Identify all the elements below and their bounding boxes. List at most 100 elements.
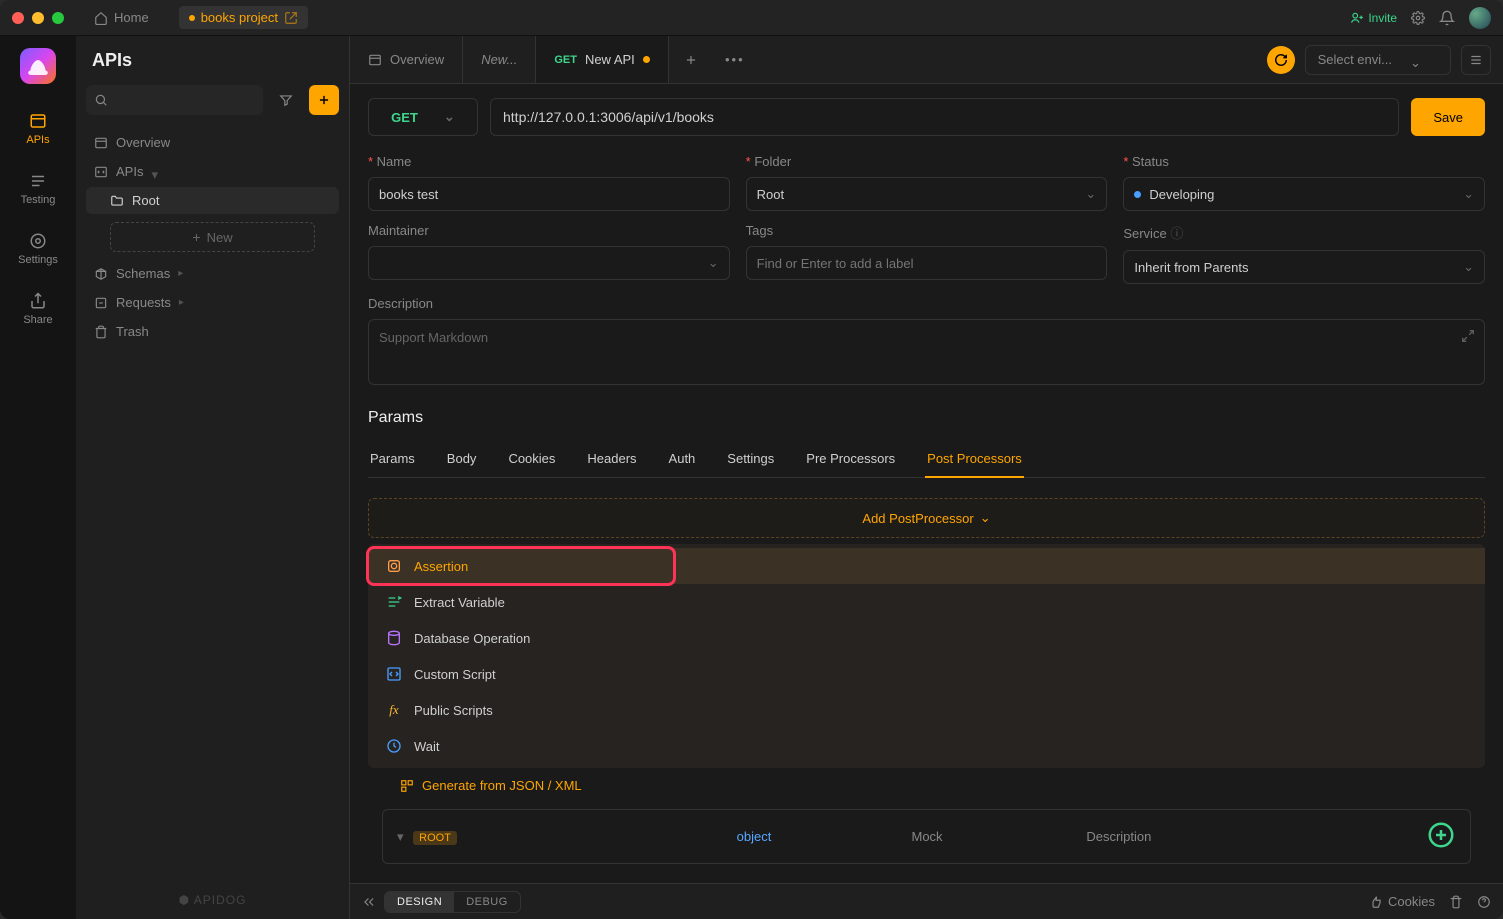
rail-testing[interactable]: Testing <box>0 168 76 210</box>
params-tab-params[interactable]: Params <box>368 441 417 477</box>
invite-button[interactable]: Invite <box>1350 11 1397 25</box>
status-select[interactable]: Developing ⌄ <box>1123 177 1485 211</box>
service-label: Service ⓘ <box>1123 223 1485 242</box>
help-icon[interactable] <box>1477 895 1491 909</box>
description-input[interactable]: Support Markdown <box>368 319 1485 385</box>
avatar[interactable] <box>1469 7 1491 29</box>
params-tab-headers[interactable]: Headers <box>585 441 638 477</box>
tags-input[interactable] <box>746 246 1108 280</box>
save-button[interactable]: Save <box>1411 98 1485 136</box>
method-label: GET <box>391 110 418 125</box>
apidog-brand: ⬢ APIDOG <box>76 881 349 919</box>
rail-settings[interactable]: Settings <box>0 228 76 270</box>
schema-root-row[interactable]: ▾ ROOT object Mock Description <box>382 809 1471 864</box>
params-tab-post-processors[interactable]: Post Processors <box>925 441 1024 478</box>
menu-item-assertion[interactable]: Assertion <box>368 548 1485 584</box>
rail-apis[interactable]: APIs <box>0 108 76 150</box>
sidebar-title: APIs <box>76 36 349 85</box>
schema-icon <box>94 267 108 281</box>
service-select[interactable]: Inherit from Parents ⌄ <box>1123 250 1485 284</box>
run-button[interactable] <box>1267 46 1295 74</box>
chevron-down-icon: ⌄ <box>444 109 455 125</box>
close-window[interactable] <box>12 12 24 24</box>
menu-label: Public Scripts <box>414 703 493 718</box>
chevron-down-icon: ⌄ <box>1085 186 1096 202</box>
item-label: APIs <box>116 164 143 179</box>
sidebar-item-apis[interactable]: APIs ▾ <box>86 158 339 185</box>
invite-label: Invite <box>1368 11 1397 25</box>
filter-button[interactable] <box>271 85 301 115</box>
user-plus-icon <box>1350 11 1364 25</box>
tab-more-button[interactable]: ••• <box>713 36 757 83</box>
search-input[interactable] <box>86 85 263 115</box>
maintainer-select[interactable]: ⌄ <box>368 246 730 280</box>
breadcrumb-home[interactable]: Home <box>84 6 159 29</box>
tab-active[interactable]: GET New API <box>536 36 668 83</box>
placeholder-text: Support Markdown <box>379 330 488 345</box>
new-api-button[interactable]: + New <box>110 222 315 252</box>
expand-icon[interactable] <box>1461 329 1475 343</box>
add-postprocessor-button[interactable]: Add PostProcessor ⌄ <box>368 498 1485 538</box>
env-select[interactable]: Select envi... ⌄ <box>1305 45 1451 75</box>
app-logo[interactable] <box>20 48 56 84</box>
params-tab-body[interactable]: Body <box>445 441 479 477</box>
menu-item-wait[interactable]: Wait <box>368 728 1485 764</box>
sidebar-item-root[interactable]: Root <box>86 187 339 214</box>
folder-select[interactable]: Root ⌄ <box>746 177 1108 211</box>
chevron-down-icon: ⌄ <box>980 510 991 526</box>
tab-new[interactable]: New... <box>463 36 536 83</box>
rail-share[interactable]: Share <box>0 288 76 330</box>
tab-overview[interactable]: Overview <box>350 36 463 83</box>
params-tab-pre-processors[interactable]: Pre Processors <box>804 441 897 477</box>
assertion-icon <box>386 558 402 574</box>
settings-gear-icon[interactable] <box>1411 11 1425 25</box>
name-input[interactable] <box>368 177 730 211</box>
method-select[interactable]: GET ⌄ <box>368 98 478 136</box>
mock-label: Mock <box>911 829 1076 844</box>
status-label: Status <box>1123 154 1485 169</box>
menu-label: Wait <box>414 739 440 754</box>
request-icon <box>94 296 108 310</box>
search-icon <box>94 93 108 107</box>
panel-toggle[interactable] <box>1461 45 1491 75</box>
params-tab-cookies[interactable]: Cookies <box>506 441 557 477</box>
params-tab-settings[interactable]: Settings <box>725 441 776 477</box>
sidebar-item-trash[interactable]: Trash <box>86 318 339 345</box>
menu-item-extract-variable[interactable]: Extract Variable <box>368 584 1485 620</box>
mode-design[interactable]: DESIGN <box>385 892 454 912</box>
trash-icon[interactable] <box>1449 895 1463 909</box>
url-input[interactable] <box>490 98 1399 136</box>
breadcrumb-project[interactable]: books project <box>179 6 308 29</box>
generate-link[interactable]: Generate from JSON / XML <box>368 768 1485 803</box>
collapse-icon[interactable] <box>362 895 376 909</box>
minimize-window[interactable] <box>32 12 44 24</box>
menu-item-database-operation[interactable]: Database Operation <box>368 620 1485 656</box>
nav-rail: APIs Testing Settings Share <box>0 36 76 919</box>
rail-label: Settings <box>18 254 58 266</box>
menu-icon <box>1469 53 1483 67</box>
chevron-down-icon: ⌄ <box>1463 186 1474 202</box>
new-tab-button[interactable] <box>669 36 713 83</box>
env-label: Select envi... <box>1318 52 1392 67</box>
menu-item-public-scripts[interactable]: fxPublic Scripts <box>368 692 1485 728</box>
menu-item-custom-script[interactable]: Custom Script <box>368 656 1485 692</box>
maximize-window[interactable] <box>52 12 64 24</box>
menu-label: Extract Variable <box>414 595 505 610</box>
sidebar-item-requests[interactable]: Requests ▸ <box>86 289 339 316</box>
item-label: Root <box>132 193 159 208</box>
cookies-button[interactable]: Cookies <box>1369 894 1435 909</box>
params-tab-auth[interactable]: Auth <box>667 441 698 477</box>
select-value: Root <box>757 187 784 202</box>
add-button[interactable] <box>309 85 339 115</box>
chevron-down-icon: ⌄ <box>1410 55 1420 65</box>
item-label: Requests <box>116 295 171 310</box>
maintainer-label: Maintainer <box>368 223 730 238</box>
home-icon <box>94 11 108 25</box>
sidebar-item-overview[interactable]: Overview <box>86 129 339 156</box>
menu-label: Assertion <box>414 559 468 574</box>
new-label: New <box>207 230 233 245</box>
sidebar-item-schemas[interactable]: Schemas ▸ <box>86 260 339 287</box>
mode-debug[interactable]: DEBUG <box>454 892 520 912</box>
bell-icon[interactable] <box>1439 10 1455 26</box>
add-field-button[interactable] <box>1426 820 1456 853</box>
